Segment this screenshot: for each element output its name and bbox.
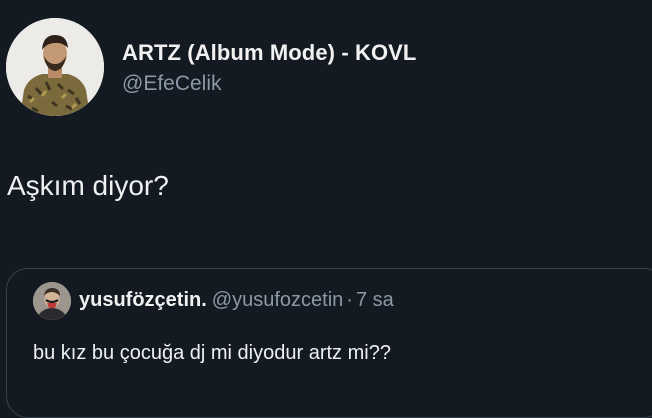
quoted-author-name[interactable]: yusufözçetin. — [79, 289, 207, 311]
author-avatar-image — [6, 18, 104, 116]
author-handle[interactable]: @EfeCelik — [122, 72, 222, 96]
quoted-author-avatar[interactable] — [33, 282, 71, 320]
quoted-tweet-card[interactable]: yusufözçetin. @yusufozcetin · 7 sa bu kız b… — [6, 268, 652, 418]
quoted-tweet-header: yusufözçetin. @yusufozcetin · 7 sa — [79, 289, 394, 312]
author-avatar[interactable] — [6, 18, 104, 116]
quoted-author-avatar-image — [33, 282, 71, 320]
quoted-author-handle[interactable]: @yusufozcetin — [212, 289, 343, 311]
separator-dot: · — [346, 289, 353, 311]
tweet-text: Aşkım diyor? — [7, 170, 169, 201]
quoted-tweet-timestamp[interactable]: 7 sa — [356, 289, 394, 311]
author-display-name[interactable]: ARTZ (Album Mode) - KOVL — [122, 40, 416, 66]
tweet: ARTZ (Album Mode) - KOVL @EfeCelik Aşkım… — [0, 0, 652, 418]
quoted-tweet-text: bu kız bu çocuğa dj mi diyodur artz mi?? — [33, 342, 391, 364]
